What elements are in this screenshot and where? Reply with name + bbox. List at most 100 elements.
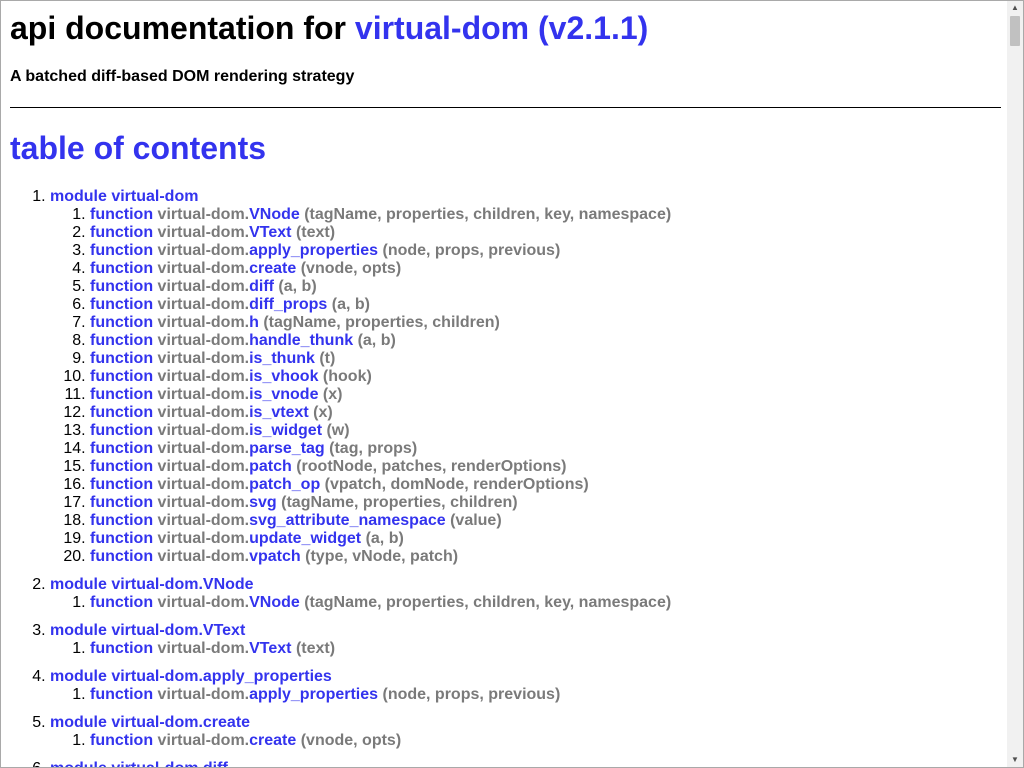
scroll-up-arrow-icon[interactable]: ▲	[1007, 1, 1023, 15]
function-args: (text)	[291, 640, 336, 657]
function-keyword-link[interactable]: function	[90, 386, 153, 403]
function-keyword-link[interactable]: function	[90, 404, 153, 421]
function-name-link[interactable]: patch	[249, 458, 292, 475]
vertical-scrollbar[interactable]: ▲ ▼	[1007, 1, 1023, 767]
scroll-thumb[interactable]	[1010, 16, 1020, 46]
function-keyword-link[interactable]: function	[90, 260, 153, 277]
function-name-link[interactable]: h	[249, 314, 259, 331]
function-name-link[interactable]: create	[249, 260, 296, 277]
function-keyword-link[interactable]: function	[90, 476, 153, 493]
function-list: function virtual-dom.apply_properties (n…	[50, 686, 671, 704]
function-keyword-link[interactable]: function	[90, 296, 153, 313]
function-item: function virtual-dom.update_widget (a, b…	[90, 530, 671, 548]
function-item: function virtual-dom.h (tagName, propert…	[90, 314, 671, 332]
function-keyword-link[interactable]: function	[90, 314, 153, 331]
function-keyword-link[interactable]: function	[90, 278, 153, 295]
function-name-link[interactable]: is_widget	[249, 422, 322, 439]
function-item: function virtual-dom.patch_op (vpatch, d…	[90, 476, 671, 494]
module-link[interactable]: module virtual-dom.create	[50, 714, 250, 731]
function-name-link[interactable]: svg_attribute_namespace	[249, 512, 446, 529]
function-namespace: virtual-dom.	[157, 368, 250, 385]
function-name-link[interactable]: svg	[249, 494, 277, 511]
function-name-link[interactable]: apply_properties	[249, 686, 378, 703]
function-name-link[interactable]: is_vnode	[249, 386, 318, 403]
function-name-link[interactable]: is_vhook	[249, 368, 318, 385]
function-keyword-link[interactable]: function	[90, 206, 153, 223]
function-namespace: virtual-dom.	[157, 530, 250, 547]
function-name-link[interactable]: VNode	[249, 206, 300, 223]
function-item: function virtual-dom.create (vnode, opts…	[90, 260, 671, 278]
module-link[interactable]: module virtual-dom	[50, 188, 198, 205]
function-name-link[interactable]: is_thunk	[249, 350, 315, 367]
function-name-link[interactable]: diff_props	[249, 296, 327, 313]
function-name-link[interactable]: create	[249, 732, 296, 749]
function-args: (x)	[318, 386, 343, 403]
function-item: function virtual-dom.VNode (tagName, pro…	[90, 594, 671, 612]
function-keyword-link[interactable]: function	[90, 332, 153, 349]
function-name-link[interactable]: VText	[249, 224, 291, 241]
function-item: function virtual-dom.VNode (tagName, pro…	[90, 206, 671, 224]
function-item: function virtual-dom.VText (text)	[90, 224, 671, 242]
function-name-link[interactable]: update_widget	[249, 530, 361, 547]
function-name-link[interactable]: VText	[249, 640, 291, 657]
function-keyword-link[interactable]: function	[90, 512, 153, 529]
project-link[interactable]: virtual-dom (v2.1.1)	[355, 10, 648, 46]
page-subtitle: A batched diff-based DOM rendering strat…	[10, 68, 355, 85]
function-name-link[interactable]: handle_thunk	[249, 332, 353, 349]
function-name-link[interactable]: apply_properties	[249, 242, 378, 259]
function-namespace: virtual-dom.	[157, 548, 250, 565]
function-args: (x)	[308, 404, 333, 421]
function-item: function virtual-dom.patch (rootNode, pa…	[90, 458, 671, 476]
function-args: (w)	[322, 422, 350, 439]
function-list: function virtual-dom.VText (text)	[50, 640, 671, 658]
function-args: (t)	[314, 350, 336, 367]
function-keyword-link[interactable]: function	[90, 242, 153, 259]
module-link[interactable]: module virtual-dom.diff	[50, 760, 228, 767]
function-keyword-link[interactable]: function	[90, 458, 153, 475]
function-args: (tagName, properties, children)	[276, 494, 518, 511]
function-args: (tag, props)	[324, 440, 418, 457]
function-args: (node, props, previous)	[378, 242, 561, 259]
function-item: function virtual-dom.diff_props (a, b)	[90, 296, 671, 314]
function-name-link[interactable]: patch_op	[249, 476, 320, 493]
function-args: (rootNode, patches, renderOptions)	[291, 458, 567, 475]
function-args: (a, b)	[327, 296, 370, 313]
function-name-link[interactable]: VNode	[249, 594, 300, 611]
function-item: function virtual-dom.is_thunk (t)	[90, 350, 671, 368]
function-name-link[interactable]: is_vtext	[249, 404, 309, 421]
function-item: function virtual-dom.handle_thunk (a, b)	[90, 332, 671, 350]
function-keyword-link[interactable]: function	[90, 594, 153, 611]
module-link[interactable]: module virtual-dom.VNode	[50, 576, 254, 593]
module-link[interactable]: module virtual-dom.VText	[50, 622, 245, 639]
function-keyword-link[interactable]: function	[90, 686, 153, 703]
function-keyword-link[interactable]: function	[90, 368, 153, 385]
function-namespace: virtual-dom.	[157, 350, 250, 367]
toc-module-item: module virtual-dom.VNodefunction virtual…	[50, 576, 671, 612]
function-name-link[interactable]: vpatch	[249, 548, 301, 565]
function-namespace: virtual-dom.	[157, 732, 250, 749]
function-keyword-link[interactable]: function	[90, 548, 153, 565]
function-keyword-link[interactable]: function	[90, 530, 153, 547]
scroll-down-arrow-icon[interactable]: ▼	[1007, 753, 1023, 767]
function-args: (a, b)	[273, 278, 317, 295]
function-keyword-link[interactable]: function	[90, 640, 153, 657]
function-args: (vnode, opts)	[296, 732, 402, 749]
page-title: api documentation for virtual-dom (v2.1.…	[10, 9, 648, 47]
function-keyword-link[interactable]: function	[90, 422, 153, 439]
function-name-link[interactable]: parse_tag	[249, 440, 325, 457]
function-namespace: virtual-dom.	[157, 332, 250, 349]
function-name-link[interactable]: diff	[249, 278, 274, 295]
function-keyword-link[interactable]: function	[90, 732, 153, 749]
function-keyword-link[interactable]: function	[90, 224, 153, 241]
function-keyword-link[interactable]: function	[90, 440, 153, 457]
function-args: (node, props, previous)	[378, 686, 561, 703]
function-item: function virtual-dom.apply_properties (n…	[90, 686, 671, 704]
function-args: (a, b)	[353, 332, 396, 349]
function-item: function virtual-dom.vpatch (type, vNode…	[90, 548, 671, 566]
function-keyword-link[interactable]: function	[90, 494, 153, 511]
toc-heading: table of contents	[10, 130, 267, 166]
browser-viewport: api documentation for virtual-dom (v2.1.…	[0, 0, 1024, 768]
module-link[interactable]: module virtual-dom.apply_properties	[50, 668, 332, 685]
function-item: function virtual-dom.VText (text)	[90, 640, 671, 658]
function-keyword-link[interactable]: function	[90, 350, 153, 367]
